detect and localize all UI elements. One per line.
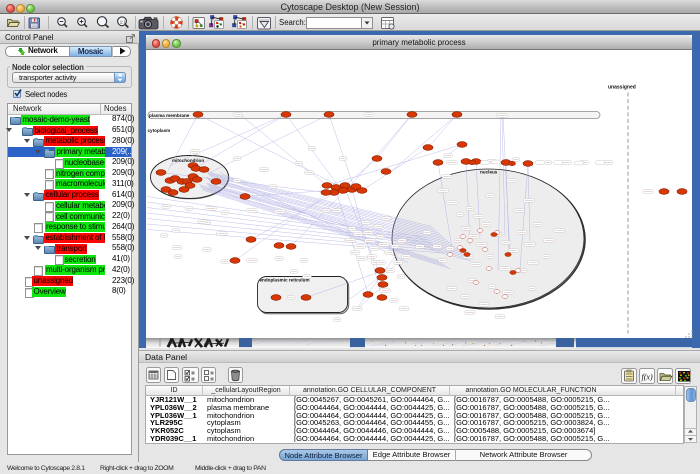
svg-text:nucleus: nucleus bbox=[480, 169, 498, 174]
svg-text:cytoplasm: cytoplasm bbox=[148, 128, 171, 133]
svg-text:f(x): f(x) bbox=[642, 373, 653, 382]
svg-text:plasma membrane: plasma membrane bbox=[149, 112, 190, 117]
svg-text:unassigned: unassigned bbox=[608, 84, 636, 90]
svg-text:Search:: Search: bbox=[279, 18, 306, 27]
svg-text:1:1: 1:1 bbox=[120, 19, 127, 24]
svg-text:endoplasmic reticulum: endoplasmic reticulum bbox=[260, 277, 310, 282]
